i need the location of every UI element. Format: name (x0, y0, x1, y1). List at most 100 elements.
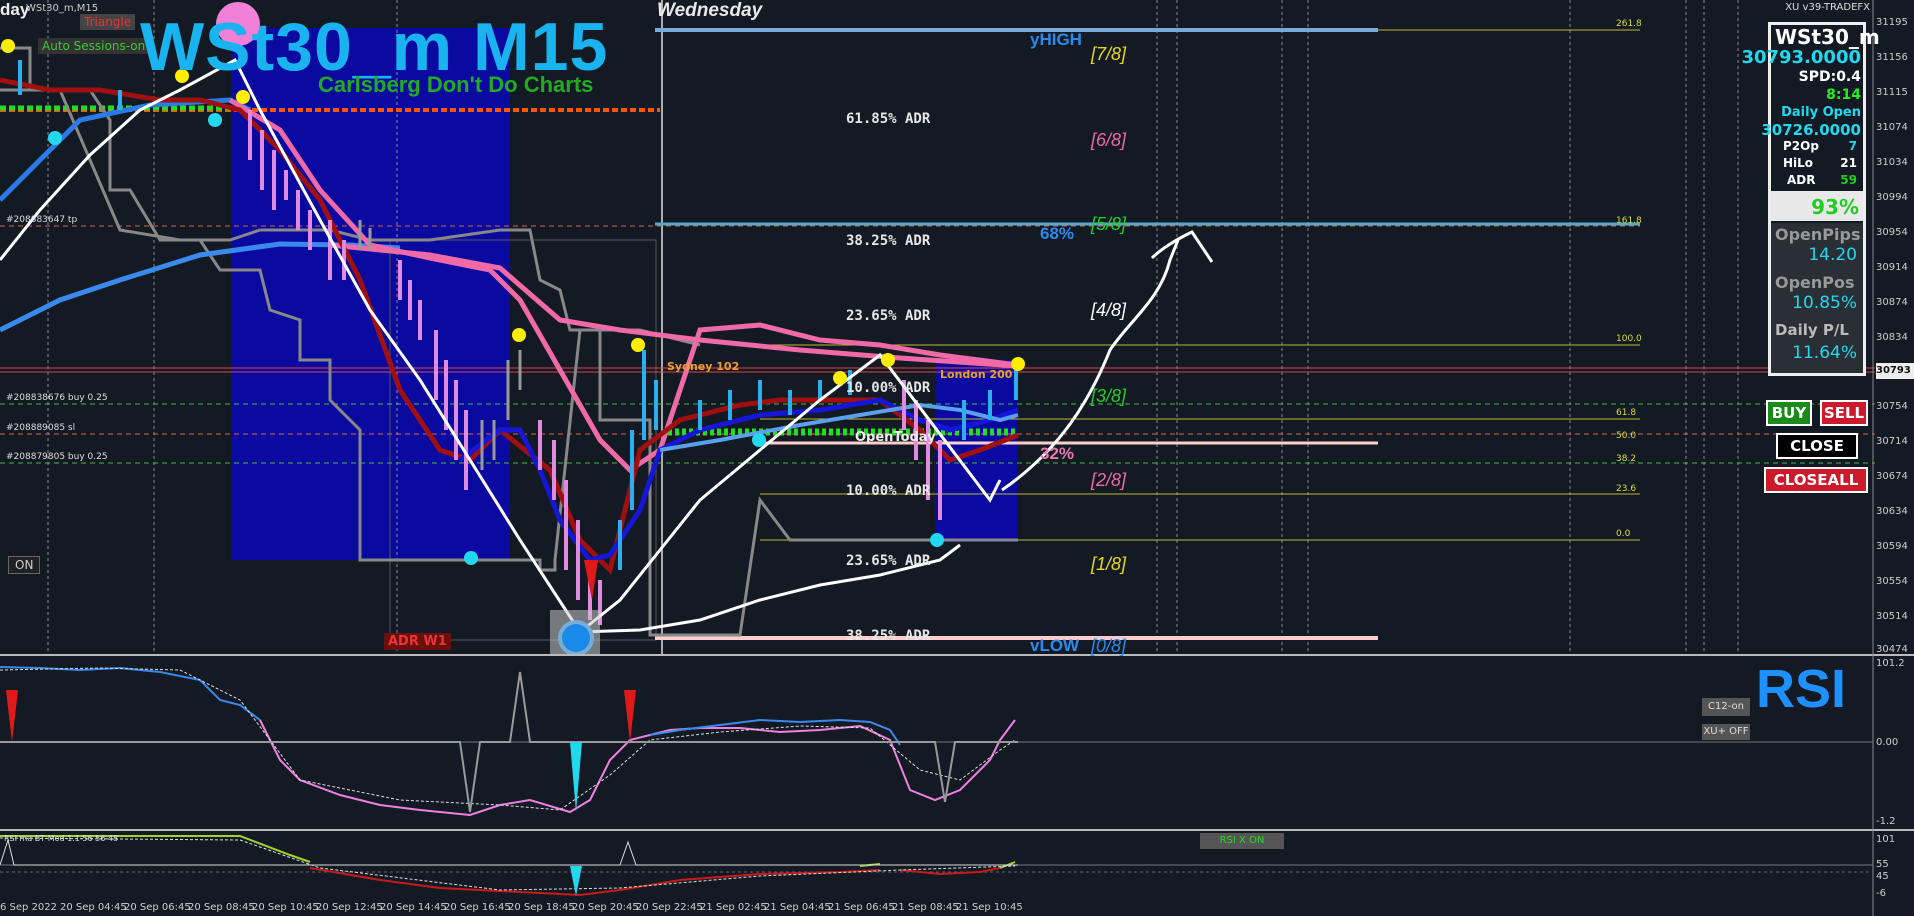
time-tick: 20 Sep 06:45 (124, 902, 191, 913)
time-tick: 21 Sep 02:45 (700, 902, 767, 913)
time-tick: 20 Sep 18:45 (508, 902, 575, 913)
fib-label: 23.6 (1616, 484, 1637, 494)
price-tick: 30514 (1876, 611, 1908, 622)
order-label[interactable]: #208889085 sl (6, 423, 75, 433)
sydney-session-label: Sydney 102 (667, 360, 740, 373)
adr-label: 10.00% ADR (846, 380, 931, 396)
london-session-label: London 200 (940, 368, 1013, 381)
murrey-label: [5/8] (1091, 214, 1127, 234)
fib-label: 161.8 (1616, 216, 1642, 226)
rsi-tick: -1.2 (1876, 816, 1896, 827)
time-tick: 20 Sep 14:45 (380, 902, 447, 913)
rsi-title: RSI (1756, 659, 1847, 719)
panel-timer: 8:14 (1826, 87, 1861, 103)
c12-toggle[interactable]: C12-on (1702, 698, 1750, 716)
timeframe-corner-label: day (0, 0, 30, 19)
on-toggle-button[interactable]: ON (8, 556, 41, 574)
price-tick: 31156 (1876, 52, 1908, 63)
marker-dot (562, 624, 590, 652)
price-tick: 30554 (1876, 576, 1908, 587)
fib-label: 61.8 (1616, 408, 1637, 418)
adr-label: 38.25% ADR (846, 628, 931, 644)
price-tick: 31195 (1876, 17, 1908, 28)
murrey-label: [0/8] (1091, 636, 1127, 656)
time-tick: 20 Sep 10:45 (252, 902, 319, 913)
sell-button[interactable]: SELL (1820, 400, 1868, 426)
pct68-label: 68% (1040, 224, 1075, 243)
price-tick: 30474 (1876, 644, 1908, 655)
order-label[interactable]: #208879805 buy 0.25 (6, 452, 108, 462)
rsi2-tick: 45 (1876, 871, 1889, 882)
price-tick: 30954 (1876, 227, 1908, 238)
panel-dailypl-label: Daily P/L (1775, 321, 1849, 339)
yhigh-label: yHIGH (1030, 30, 1082, 49)
rsi2-indicator-label: RSI ma BT Mod 1.1 56 56 48 (4, 834, 119, 843)
price-tick: 30914 (1876, 262, 1908, 273)
adr-label: 61.85% ADR (846, 111, 931, 127)
adr-label: 38.25% ADR (846, 233, 931, 249)
panel-hilo-label: HiLo (1783, 156, 1814, 170)
price-tick: 30754 (1876, 401, 1908, 412)
panel-price: 30793.0000 (1741, 47, 1861, 68)
ylow-label: vLOW (1030, 636, 1080, 655)
fib-label: 100.0 (1616, 334, 1642, 344)
panel-openpips-label: OpenPips (1775, 225, 1861, 244)
triangle-tag[interactable]: Triangle (80, 14, 136, 30)
price-tick: 30834 (1876, 332, 1908, 343)
time-tick: 21 Sep 04:45 (764, 902, 831, 913)
fib-label: 0.0 (1616, 529, 1631, 539)
session-box (231, 28, 510, 560)
price-tick: 30674 (1876, 471, 1908, 482)
symbol-small-label: WSt30_m,M15 (26, 3, 99, 14)
murrey-label: [1/8] (1091, 554, 1127, 574)
auto-sessions-button[interactable]: Auto Sessions-on (38, 38, 150, 54)
order-label[interactable]: #208838676 buy 0.25 (6, 393, 108, 403)
price-tick: 30594 (1876, 541, 1908, 552)
rsi2-tick: 101 (1876, 834, 1896, 845)
broker-label: XU v39-TRADEFX (1785, 2, 1870, 13)
panel-p2op: 7 (1848, 139, 1857, 153)
time-tick: 20 Sep 08:45 (188, 902, 255, 913)
price-tick: 30634 (1876, 506, 1908, 517)
pnl-box: OpenPips 14.20 OpenPos 10.85% Daily P/L … (1771, 223, 1863, 373)
price-tick: 30874 (1876, 297, 1908, 308)
murrey-label: [4/8] (1091, 300, 1127, 320)
rsi-tick: 0.00 (1876, 737, 1899, 748)
buy-button[interactable]: BUY (1766, 400, 1812, 426)
info-panel: WSt30_m 30793.0000 SPD:0.4 8:14 Daily Op… (1741, 22, 1880, 376)
fib-label: 261.8 (1616, 19, 1642, 29)
close-button[interactable]: CLOSE (1776, 433, 1858, 459)
rsi-tick: 101.2 (1876, 658, 1905, 669)
murrey-label: [2/8] (1091, 470, 1127, 490)
time-tick: 20 Sep 04:45 (60, 902, 127, 913)
price-tick: 31034 (1876, 157, 1908, 168)
panel-hilo: 21 (1840, 156, 1857, 170)
panel-p2op-label: P2Op (1783, 139, 1819, 153)
panel-daily-open-label: Daily Open (1781, 105, 1861, 120)
open-today-label: OpenToday (855, 430, 936, 445)
murrey-label: [6/8] (1091, 130, 1127, 150)
xu-toggle[interactable]: XU+ OFF (1702, 724, 1750, 740)
panel-pct: 93% (1811, 195, 1859, 219)
pct32-label: 32% (1040, 444, 1075, 463)
time-tick: 21 Sep 08:45 (892, 902, 959, 913)
panel-symbol: WSt30_m (1775, 25, 1880, 49)
rsi2-tick: 55 (1876, 859, 1889, 870)
pct-box: 93% (1771, 191, 1863, 221)
order-label[interactable]: #208883647 tp (6, 215, 77, 225)
current-price-tag: 30793 (1876, 365, 1911, 376)
time-tick: 21 Sep 06:45 (828, 902, 895, 913)
panel-spread: SPD:0.4 (1798, 69, 1861, 85)
price-tick: 30994 (1876, 192, 1908, 203)
time-tick: 20 Sep 20:45 (572, 902, 639, 913)
time-tick: 21 Sep 10:45 (956, 902, 1023, 913)
closeall-button[interactable]: CLOSEALL (1764, 467, 1868, 493)
adr-w1-label: ADR W1 (384, 633, 451, 650)
price-tick: 31115 (1876, 87, 1908, 98)
price-tick: 31074 (1876, 122, 1908, 133)
panel-openpos: 10.85% (1792, 293, 1857, 313)
rsix-toggle[interactable]: RSI X ON (1200, 833, 1284, 849)
time-tick: 20 Sep 16:45 (444, 902, 511, 913)
panel-openpos-label: OpenPos (1775, 273, 1855, 292)
time-tick: 20 Sep 22:45 (636, 902, 703, 913)
